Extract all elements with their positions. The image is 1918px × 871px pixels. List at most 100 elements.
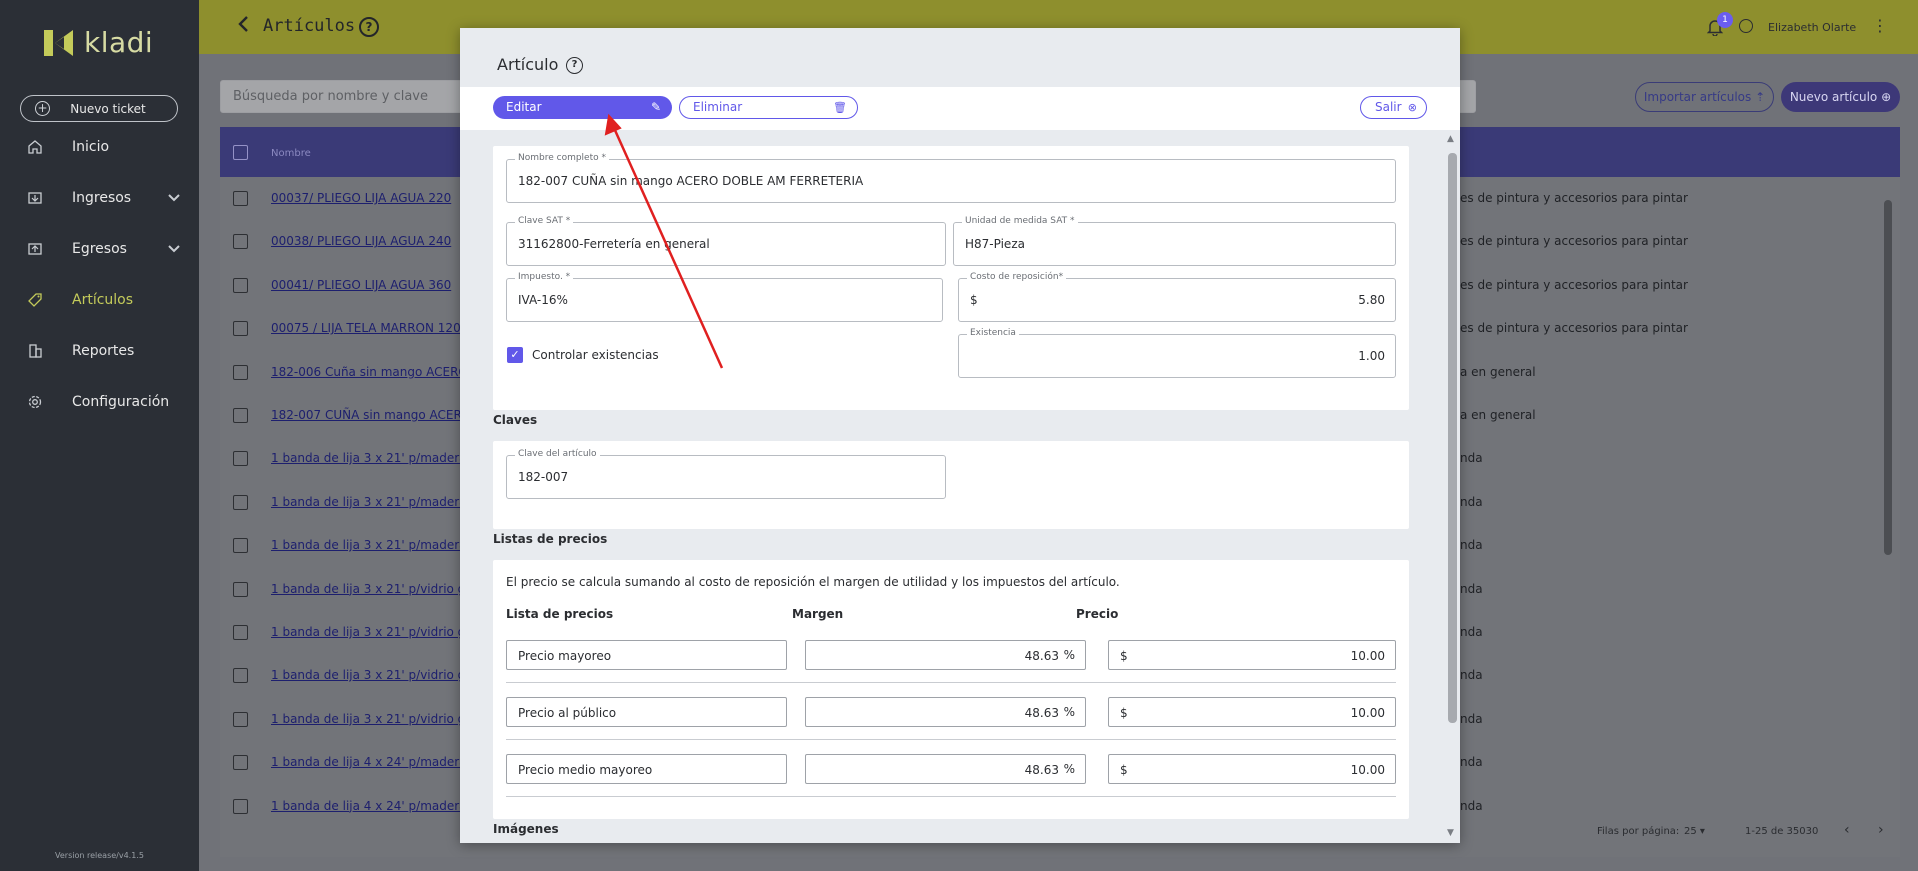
sidebar-item-reportes[interactable]: Reportes [0,336,199,366]
import-label: Importar artículos [1643,90,1752,104]
row-checkbox[interactable] [233,191,248,206]
price-list-name-field[interactable]: Precio medio mayoreo [506,754,787,784]
sidebar-item-label: Ingresos [72,190,132,206]
scroll-down-icon[interactable]: ▼ [1447,828,1454,838]
article-key-field[interactable]: Clave del artículo 182-007 [506,449,946,499]
article-category: es de pintura y accesorios para pintar [1460,321,1688,336]
row-checkbox[interactable] [233,234,248,250]
exit-button[interactable]: Salir ⊗ [1360,96,1427,119]
trash-icon: 🗑 [833,101,847,114]
prices-section-title: Listas de precios [493,532,608,546]
row-checkbox[interactable] [233,277,248,293]
row-checkbox[interactable] [233,581,248,597]
prev-page-icon[interactable]: ‹ [1844,822,1850,838]
price-field[interactable]: $10.00 [1108,754,1396,784]
article-name-link[interactable]: 182-007 CUÑA sin mango ACERO D [271,408,484,422]
exit-label: Salir [1375,100,1402,114]
article-category: nda [1460,625,1483,639]
building-icon [27,343,43,359]
row-checkbox[interactable] [233,798,248,814]
edit-button[interactable]: Editar ✎ [493,96,672,119]
rows-per-page-select[interactable]: 25 ▾ [1684,826,1705,837]
sidebar-item-ingresos[interactable]: Ingresos [0,183,199,213]
user-icon[interactable] [1739,19,1753,33]
list-scrollbar[interactable] [1884,200,1892,555]
cost-field[interactable]: Costo de reposición* $ 5.80 [958,272,1396,322]
row-checkbox[interactable] [233,668,248,684]
user-name[interactable]: Elizabeth Olarte [1768,21,1856,34]
field-value: 48.63 [1024,706,1059,720]
prices-note: El precio se calcula sumando al costo de… [506,575,1120,589]
field-value: 31162800-Ferretería en general [518,237,710,251]
row-checkbox[interactable] [233,494,248,510]
unit-field[interactable]: Unidad de medida SAT * H87-Pieza [953,216,1396,266]
upload-icon: ⇡ [1755,90,1766,104]
article-category: a en general [1460,364,1536,379]
row-checkbox[interactable] [233,625,248,640]
price-list-name-field[interactable]: Precio al público [506,697,787,727]
article-category: nda [1460,668,1483,683]
kladi-logo[interactable]: kladi [44,26,153,59]
plus-icon: + [35,101,50,116]
select-all-checkbox[interactable] [233,145,248,160]
article-name-link[interactable]: 00075 / LIJA TELA MARRON 120 [271,321,461,335]
page-title: Artículos [263,16,356,36]
margin-field[interactable]: 48.63% [805,754,1086,784]
price-field[interactable]: $10.00 [1108,640,1396,670]
article-name-link[interactable]: 1 banda de lija 4 x 24' p/madera gra [271,755,490,769]
more-menu-icon[interactable]: ⋮ [1872,16,1888,35]
article-category: es de pintura y accesorios para pintar [1460,277,1688,292]
field-label: Clave SAT * [515,216,574,226]
field-label: Impuesto. * [515,272,574,282]
article-name-link[interactable]: 00038/ PLIEGO LIJA AGUA 240 [271,234,451,248]
modal-scrollbar[interactable] [1448,153,1457,723]
header-name[interactable]: Nombre [271,148,311,159]
field-value: 182-007 [518,470,569,484]
delete-button[interactable]: Eliminar 🗑 [679,96,858,119]
article-name-link[interactable]: 1 banda de lija 4 x 24' p/madera gra [271,799,490,813]
import-articles-button[interactable]: Importar artículos ⇡ [1635,82,1774,112]
new-ticket-button[interactable]: + Nuevo ticket [20,95,178,122]
back-arrow-icon[interactable] [236,14,250,39]
stock-field[interactable]: Existencia 1.00 [958,328,1396,378]
sat-key-field[interactable]: Clave SAT * 31162800-Ferretería en gener… [506,216,946,266]
currency-symbol: $ [1120,706,1128,720]
article-category: nda [1460,755,1483,770]
sidebar-item-inicio[interactable]: Inicio [0,132,199,162]
margin-field[interactable]: 48.63% [805,640,1086,670]
control-stock-checkbox[interactable]: ✓ [507,347,523,363]
pagination-range: 1-25 de 35030 [1745,826,1819,837]
field-value: 48.63 [1024,763,1059,777]
col-margin: Margen [792,607,844,621]
row-checkbox[interactable] [233,538,248,554]
scroll-up-icon[interactable]: ▲ [1447,134,1454,144]
help-icon[interactable]: ? [566,57,583,74]
row-checkbox[interactable] [233,364,248,380]
sidebar-item-configuracion[interactable]: Configuración [0,387,199,417]
field-value: 5.80 [1358,293,1385,307]
row-checkbox[interactable] [233,321,248,337]
price-list-name-field[interactable]: Precio mayoreo [506,640,787,670]
full-name-field[interactable]: Nombre completo * 182-007 CUÑA sin mango… [506,153,1396,203]
new-article-button[interactable]: Nuevo artículo ⊕ [1781,82,1900,112]
margin-field[interactable]: 48.63% [805,697,1086,727]
sidebar-item-articulos[interactable]: Artículos [0,285,199,315]
tax-field[interactable]: Impuesto. * IVA-16% [506,272,943,322]
article-category: es de pintura y accesorios para pintar [1460,191,1688,205]
row-checkbox[interactable] [233,451,248,467]
price-field[interactable]: $10.00 [1108,697,1396,727]
field-value: H87-Pieza [965,237,1025,251]
row-checkbox[interactable] [233,408,248,423]
income-icon [27,190,43,206]
help-icon[interactable]: ? [359,17,379,37]
article-name-link[interactable]: 00041/ PLIEGO LIJA AGUA 360 [271,278,451,292]
sidebar-item-egresos[interactable]: Egresos [0,234,199,264]
field-value: Precio al público [518,706,617,720]
sidebar-item-label: Reportes [72,343,135,359]
version-text: Version release/v4.1.5 [55,851,144,860]
next-page-icon[interactable]: › [1878,822,1884,838]
article-name-link[interactable]: 182-006 Cuña sin mango ACERO m [271,365,483,379]
article-name-link[interactable]: 00037/ PLIEGO LIJA AGUA 220 [271,191,451,205]
row-checkbox[interactable] [233,711,248,727]
row-checkbox[interactable] [233,755,248,771]
